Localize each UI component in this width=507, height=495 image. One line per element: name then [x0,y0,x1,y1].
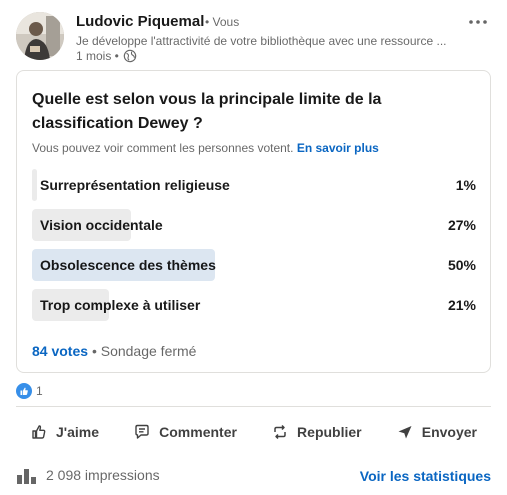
poll-option[interactable]: Surreprésentation religieuse 1% [32,169,476,201]
thumbs-up-icon [32,425,46,439]
poll-option-percent: 1% [455,177,476,193]
poll-question: Quelle est selon vous la principale limi… [32,91,382,132]
poll-option-percent: 27% [447,217,476,233]
post-timestamp: 1 mois • [76,49,137,63]
send-label: Envoyer [421,424,477,440]
send-button[interactable]: Envoyer [382,414,491,450]
avatar[interactable] [16,12,64,60]
timestamp-text: 1 mois • [76,49,119,63]
learn-more-link[interactable]: En savoir plus [297,141,379,155]
poll-status: • Sondage fermé [91,343,197,359]
ellipsis-icon [469,20,487,24]
like-reaction-icon [16,383,32,399]
poll-note-text: Vous pouvez voir comment les personnes v… [32,141,294,155]
like-label: J'aime [56,424,100,440]
divider [16,406,491,407]
poll-footer: 84 votes • Sondage fermé [32,343,196,359]
poll-option-percent: 21% [447,297,476,313]
comment-icon [135,424,149,439]
more-options-button[interactable] [464,12,492,32]
globe-icon [123,49,137,63]
post-header: Ludovic Piquemal • Vous Je développe l'a… [16,12,496,63]
impressions-count: 2 098 impressions [46,467,160,483]
poll-option-label: Obsolescence des thèmes [40,257,216,273]
repost-label: Republier [297,424,362,440]
repost-button[interactable]: Republier [257,414,376,450]
impressions[interactable]: 2 098 impressions [16,466,160,484]
poll-option[interactable]: Trop complexe à utiliser 21% [32,289,476,321]
send-icon [398,426,412,439]
poll-note: Vous pouvez voir comment les personnes v… [32,141,379,155]
poll-option-label: Surreprésentation religieuse [40,177,230,193]
action-bar: J'aime Commenter Republier Envoyer [16,414,491,450]
like-button[interactable]: J'aime [16,414,113,450]
author-degree: • Vous [205,15,240,29]
poll-option[interactable]: Obsolescence des thèmes 50% [32,249,476,281]
reaction-count: 1 [36,384,43,398]
poll-option-label: Trop complexe à utiliser [40,297,201,313]
reactions-summary[interactable]: 1 [16,383,43,399]
author-name[interactable]: Ludovic Piquemal [76,13,204,30]
poll-option-label: Vision occidentale [40,217,163,233]
poll-option-bar [32,169,37,201]
repost-icon [274,424,286,440]
vote-count-link[interactable]: 84 votes [32,343,88,359]
poll-card: Quelle est selon vous la principale limi… [16,70,491,373]
comment-label: Commenter [159,424,237,440]
view-stats-link[interactable]: Voir les statistiques [360,468,491,484]
comment-button[interactable]: Commenter [119,414,251,450]
author-headline: Je développe l'attractivité de votre bib… [76,34,447,48]
poll-option[interactable]: Vision occidentale 27% [32,209,476,241]
bar-chart-icon [17,469,36,484]
poll-option-percent: 50% [447,257,476,273]
